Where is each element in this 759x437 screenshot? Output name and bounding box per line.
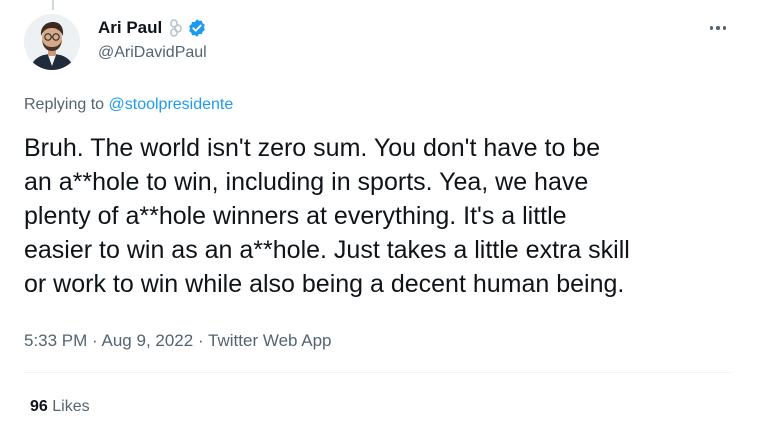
- meta-separator: ·: [92, 331, 98, 350]
- tweet: Ari Paul @AriDavidPaul Replying to @stoo…: [0, 0, 759, 437]
- tweet-time-link[interactable]: 5:33 PM: [24, 331, 87, 350]
- meta-separator: ·: [197, 331, 204, 350]
- tweet-meta: 5:33 PM · Aug 9, 2022 · Twitter Web App: [24, 329, 332, 353]
- likes-label: Likes: [52, 398, 90, 415]
- author-name[interactable]: Ari Paul: [98, 16, 162, 40]
- avatar[interactable]: [24, 14, 80, 70]
- verified-badge-icon: [187, 18, 207, 38]
- tweet-date-link[interactable]: Aug 9, 2022: [102, 331, 194, 350]
- tweet-source-link[interactable]: Twitter Web App: [208, 331, 331, 350]
- reply-to-handle-link[interactable]: @stoolpresidente: [109, 96, 234, 113]
- chain-link-icon: [168, 19, 184, 37]
- likes-count: 96: [30, 398, 48, 415]
- author-block: Ari Paul @AriDavidPaul: [98, 16, 207, 64]
- name-row: Ari Paul: [98, 16, 207, 40]
- more-options-button[interactable]: [705, 18, 731, 38]
- divider: [24, 372, 731, 373]
- author-handle[interactable]: @AriDavidPaul: [98, 42, 207, 64]
- replying-to: Replying to @stoolpresidente: [24, 94, 233, 116]
- thread-line: [52, 0, 54, 10]
- likes-stat[interactable]: 96 Likes: [30, 396, 90, 418]
- more-icon: [709, 26, 714, 30]
- tweet-text: Bruh. The world isn't zero sum. You don'…: [24, 134, 630, 298]
- replying-prefix: Replying to: [24, 96, 105, 113]
